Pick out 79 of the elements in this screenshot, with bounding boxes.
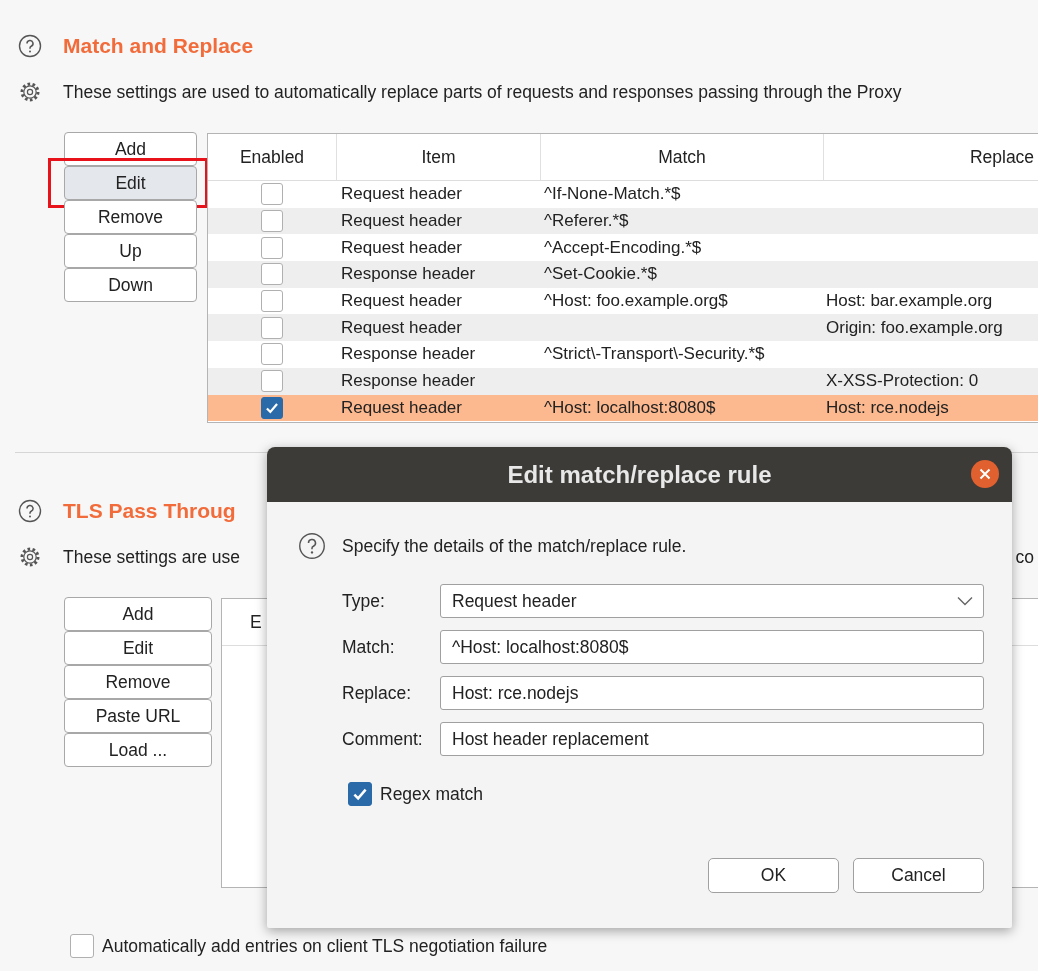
table-row[interactable]: Request header ^Host: localhost:8080$ Host: rce.nodejs	[208, 394, 1038, 422]
dialog-title: Edit match/replace rule	[507, 460, 772, 489]
checkbox-label: Automatically add entries on client TLS negotiation failure	[102, 935, 548, 957]
table-cell: Request header	[341, 397, 462, 418]
checkbox[interactable]	[261, 370, 283, 393]
table-cell: Request header	[341, 211, 462, 232]
checkbox[interactable]	[261, 290, 283, 313]
dialog-button[interactable]: Cancel	[853, 858, 984, 893]
table-cell: Response header	[341, 344, 476, 365]
table-cell: Request header	[341, 317, 462, 338]
table-cell: Response header	[341, 371, 476, 392]
table-row[interactable]: Request header ^Accept-Encoding.*$	[208, 234, 1038, 262]
table-cell: ^Set-Cookie.*$	[544, 264, 657, 285]
input-field[interactable]: ^Host: localhost:8080$	[440, 630, 984, 664]
checkbox[interactable]	[348, 782, 372, 806]
side-button[interactable]: Paste URL	[64, 699, 212, 733]
table-cell: Origin: foo.example.org	[826, 317, 1003, 338]
field-label: Type:	[342, 590, 386, 612]
help-icon[interactable]	[298, 532, 326, 560]
section-description: co	[1015, 546, 1035, 568]
section-title: TLS Pass Throug	[63, 499, 236, 523]
side-button[interactable]: Edit	[64, 166, 197, 200]
table-row[interactable]: Response header X-XSS-Protection: 0	[208, 367, 1038, 395]
chevron-down-icon	[957, 596, 973, 606]
table-row[interactable]: Response header ^Strict\-Transport\-Security.*$	[208, 341, 1038, 368]
column-header[interactable]: Match	[541, 134, 824, 180]
column-header[interactable]: Replace	[824, 134, 1038, 180]
table-cell: Response header	[341, 264, 476, 285]
checkbox[interactable]	[261, 236, 283, 259]
side-button[interactable]: Remove	[64, 200, 197, 234]
table-cell: Host: rce.nodejs	[826, 397, 949, 418]
table-cell: Request header	[341, 291, 462, 312]
side-button[interactable]: Down	[64, 268, 197, 302]
dialog-prompt: Specify the details of the match/replace rule.	[342, 535, 687, 557]
section-description: These settings are used to automatically replace parts of requests and responses passing through the Proxy	[63, 81, 902, 103]
settings-icon[interactable]	[18, 80, 42, 104]
settings-icon[interactable]	[18, 545, 42, 569]
input-field[interactable]: Host header replacement	[440, 722, 984, 756]
side-button[interactable]: Up	[64, 234, 197, 268]
table-cell: ^Host: foo.example.org$	[544, 291, 728, 312]
table-row[interactable]: Request header ^Referer.*$	[208, 207, 1038, 235]
side-button[interactable]: Add	[64, 597, 212, 631]
table-row[interactable]: Response header ^Set-Cookie.*$	[208, 261, 1038, 288]
checkbox[interactable]	[261, 210, 283, 233]
input-field[interactable]: Host: rce.nodejs	[440, 676, 984, 710]
checkbox[interactable]	[261, 396, 283, 419]
table-cell: Host: bar.example.org	[826, 291, 993, 312]
table-cell: ^If-None-Match.*$	[544, 184, 681, 205]
side-button[interactable]: Edit	[64, 631, 212, 665]
checkbox[interactable]	[261, 316, 283, 339]
column-header[interactable]: Item	[337, 134, 541, 180]
checkbox-label: Regex match	[380, 783, 484, 805]
field-label: Match:	[342, 636, 396, 658]
checkbox[interactable]	[261, 183, 283, 206]
close-icon[interactable]	[970, 459, 1000, 489]
table-cell: ^Accept-Encoding.*$	[544, 237, 702, 258]
table-row[interactable]: Request header Origin: foo.example.org	[208, 314, 1038, 342]
side-button[interactable]: Remove	[64, 665, 212, 699]
field-label: Replace:	[342, 682, 413, 704]
field-label: Comment:	[342, 728, 424, 750]
checkbox[interactable]	[70, 934, 94, 958]
section-title: Match and Replace	[63, 34, 254, 58]
help-icon[interactable]	[18, 499, 42, 523]
column-header[interactable]: Enabled	[208, 134, 337, 180]
dialog-button[interactable]: OK	[708, 858, 839, 893]
checkbox[interactable]	[261, 343, 283, 366]
checkbox[interactable]	[261, 263, 283, 286]
table-row[interactable]: Request header ^If-None-Match.*$	[208, 181, 1038, 208]
section-description: These settings are use	[63, 546, 241, 568]
help-icon[interactable]	[18, 34, 42, 58]
table-cell: ^Referer.*$	[544, 211, 629, 232]
table-cell: ^Strict\-Transport\-Security.*$	[544, 344, 765, 365]
table-cell: X-XSS-Protection: 0	[826, 371, 979, 392]
table-cell: ^Host: localhost:8080$	[544, 397, 716, 418]
side-button[interactable]: Load ...	[64, 733, 212, 767]
type-dropdown[interactable]: Request header	[440, 584, 984, 618]
table-row[interactable]: Request header ^Host: foo.example.org$ Host: bar.example.org	[208, 287, 1038, 315]
table-cell: Request header	[341, 184, 462, 205]
table-cell: Request header	[341, 237, 462, 258]
